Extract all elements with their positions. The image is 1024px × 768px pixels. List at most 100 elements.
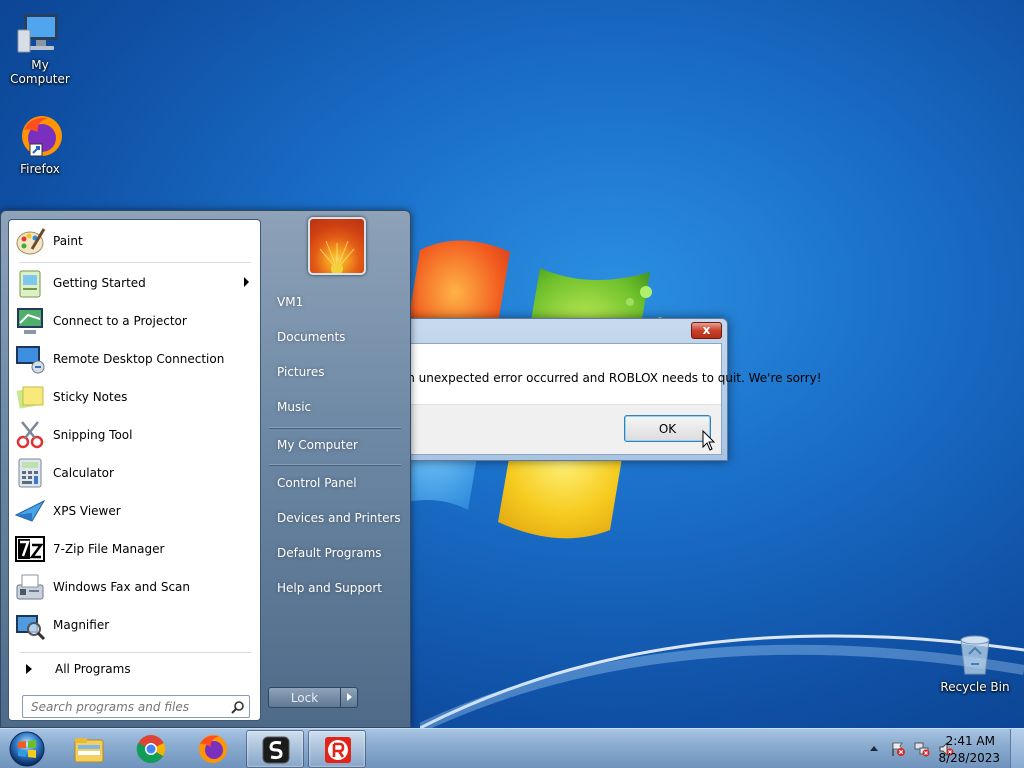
taskbar-sandboxie[interactable]	[246, 730, 304, 768]
xps-viewer-icon	[14, 499, 46, 522]
clock-date[interactable]: 8/28/2023	[938, 751, 1000, 765]
seven-zip-icon	[15, 536, 45, 562]
program-label: Calculator	[53, 466, 114, 480]
clock-time[interactable]: 2:41 AM	[946, 734, 995, 748]
recycle-bin-icon	[960, 635, 990, 675]
program-label: XPS Viewer	[53, 504, 121, 518]
right-item-label: Devices and Printers	[277, 511, 401, 525]
remote-desktop-icon	[16, 346, 45, 374]
program-item-remote-desktop[interactable]: Remote Desktop Connection	[12, 341, 257, 377]
windows-orb-icon	[9, 731, 45, 767]
program-item-magnifier[interactable]: Magnifier	[12, 607, 257, 643]
sticky-notes-icon	[16, 386, 44, 409]
start-right-vm1[interactable]: VM1	[269, 287, 403, 317]
start-right-default-programs[interactable]: Default Programs	[269, 538, 403, 568]
start-right-help-support[interactable]: Help and Support	[269, 573, 403, 603]
start-menu-programs-pane: Paint Getting Started Connect to a Proje…	[8, 219, 261, 721]
right-item-label: Music	[277, 400, 312, 414]
shutdown-options-button[interactable]	[340, 687, 358, 708]
sandboxie-icon	[262, 736, 290, 764]
chrome-icon	[136, 735, 166, 764]
taskbar-firefox[interactable]	[184, 730, 242, 768]
dialog-body: An unexpected error occurred and ROBLOX …	[398, 343, 822, 455]
program-item-snipping-tool[interactable]: Snipping Tool	[12, 417, 257, 453]
program-label: Remote Desktop Connection	[53, 352, 225, 366]
desktop-icon-firefox[interactable]: Firefox	[0, 112, 80, 176]
start-right-devices-printers[interactable]: Devices and Printers	[269, 503, 403, 533]
wallpaper-light-arc	[420, 634, 1024, 728]
start-right-music[interactable]: Music	[269, 392, 403, 422]
program-item-connect-projector[interactable]: Connect to a Projector	[12, 303, 257, 339]
right-separator	[269, 464, 401, 466]
desktop-icon-recycle-bin[interactable]: Recycle Bin	[935, 630, 1015, 694]
program-item-getting-started[interactable]: Getting Started	[12, 265, 257, 301]
fax-scan-icon	[16, 574, 44, 600]
submenu-arrow-icon	[244, 277, 249, 287]
program-label: Paint	[53, 234, 83, 248]
flower-icon	[319, 240, 355, 273]
firefox-icon	[199, 735, 227, 763]
desktop-icon-label: Firefox	[20, 162, 60, 176]
right-item-label: My Computer	[277, 438, 358, 452]
right-item-label: VM1	[277, 295, 304, 309]
ok-button[interactable]: OK	[624, 415, 711, 442]
close-icon: x	[702, 323, 711, 337]
search-input[interactable]	[22, 695, 250, 718]
start-right-documents[interactable]: Documents	[269, 322, 403, 352]
right-separator	[269, 427, 401, 429]
show-desktop-button[interactable]	[1010, 729, 1024, 768]
taskbar-windows-explorer[interactable]	[60, 730, 118, 768]
start-menu: Paint Getting Started Connect to a Proje…	[0, 210, 411, 728]
calculator-icon	[18, 458, 42, 488]
system-tray: 2:41 AM 8/28/2023	[844, 729, 1024, 768]
program-item-7zip[interactable]: 7-Zip File Manager	[12, 531, 257, 567]
start-button[interactable]	[4, 730, 50, 768]
magnifier-icon	[16, 615, 46, 641]
computer-icon	[17, 14, 58, 53]
error-dialog: x An unexpected error occurred and ROBLO…	[392, 318, 822, 461]
desktop: My Computer Firefox Recycle Bin x An une…	[0, 0, 1024, 728]
folder-icon	[74, 738, 104, 763]
all-programs-label: All Programs	[55, 662, 131, 676]
desktop-icon-label: Recycle Bin	[940, 680, 1010, 694]
arrow-right-icon	[26, 664, 32, 674]
start-right-pictures[interactable]: Pictures	[269, 357, 403, 387]
dialog-close-button[interactable]: x	[691, 322, 722, 339]
pinned-separator	[19, 262, 251, 263]
search-icon[interactable]	[231, 700, 245, 714]
snipping-tool-icon	[16, 421, 44, 449]
desktop-icon-label: My Computer	[10, 58, 70, 86]
start-right-control-panel[interactable]: Control Panel	[269, 468, 403, 498]
dialog-button-area: OK	[399, 404, 721, 454]
right-item-label: Control Panel	[277, 476, 357, 490]
program-item-xps-viewer[interactable]: XPS Viewer	[12, 493, 257, 529]
right-item-label: Help and Support	[277, 581, 382, 595]
program-item-calculator[interactable]: Calculator	[12, 455, 257, 491]
dialog-title-bar[interactable]: x	[393, 319, 727, 343]
program-label: Snipping Tool	[53, 428, 133, 442]
paint-icon	[16, 228, 46, 255]
desktop-icon-my-computer[interactable]: My Computer	[0, 8, 80, 86]
taskbar-google-chrome[interactable]	[122, 730, 180, 768]
chevron-up-icon[interactable]	[869, 744, 879, 752]
program-label: Sticky Notes	[53, 390, 128, 404]
start-right-my-computer[interactable]: My Computer	[269, 430, 403, 460]
all-programs-button[interactable]: All Programs	[12, 656, 257, 682]
arrow-right-icon	[347, 693, 352, 701]
program-item-fax-scan[interactable]: Windows Fax and Scan	[12, 569, 257, 605]
taskbar-roblox[interactable]	[308, 730, 366, 768]
program-item-sticky-notes[interactable]: Sticky Notes	[12, 379, 257, 415]
right-item-label: Documents	[277, 330, 346, 344]
program-label: 7-Zip File Manager	[53, 542, 165, 556]
program-item-paint[interactable]: Paint	[12, 223, 257, 259]
user-picture-avatar[interactable]	[308, 217, 366, 275]
program-label: Magnifier	[53, 618, 110, 632]
projector-icon	[17, 308, 43, 334]
dialog-message: An unexpected error occurred and ROBLOX …	[399, 371, 822, 385]
action-center-flag-icon[interactable]	[890, 741, 906, 757]
right-item-label: Pictures	[277, 365, 325, 379]
lock-button[interactable]: Lock	[268, 687, 341, 708]
program-label: Connect to a Projector	[53, 314, 187, 328]
mouse-cursor-icon	[702, 430, 716, 451]
network-icon[interactable]	[914, 741, 930, 757]
